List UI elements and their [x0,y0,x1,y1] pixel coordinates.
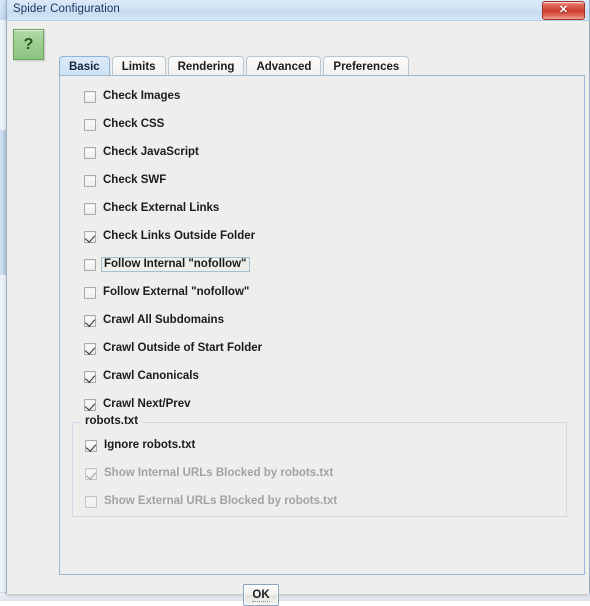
checkbox-show-internal-urls-blocked: Show Internal URLs Blocked by robots.txt [85,466,333,481]
tab-label: Rendering [177,60,235,73]
checkbox-check-css[interactable]: Check CSS [84,117,164,132]
checkbox-icon [85,495,97,508]
tab-label: Preferences [333,60,400,73]
dialog-titlebar[interactable]: Spider Configuration ✕ [7,0,589,21]
checkbox-label: Check SWF [103,174,167,186]
dialog-title: Spider Configuration [13,3,120,15]
checkbox-label: Crawl Outside of Start Folder [103,342,263,354]
checkbox-follow-external-nofollow[interactable]: Follow External "nofollow" [84,285,249,300]
ok-button[interactable]: OK [243,584,279,606]
checkbox-icon[interactable] [84,230,96,243]
close-icon: ✕ [558,4,569,16]
basic-tab-panel: Check Images Check CSS Check JavaScript … [59,75,585,575]
help-button[interactable]: ? [13,29,44,60]
robots-txt-group: robots.txt Ignore robots.txt Show Intern… [72,415,567,517]
tab-advanced[interactable]: Advanced [246,56,322,76]
checkbox-label: Check Links Outside Folder [103,230,256,242]
robots-txt-group-title: robots.txt [81,415,143,427]
checkbox-icon[interactable] [84,370,96,383]
checkbox-label: Check External Links [103,202,220,214]
checkbox-crawl-next-prev[interactable]: Crawl Next/Prev [84,397,191,412]
tab-label: Advanced [256,60,312,73]
checkbox-label: Follow Internal "nofollow" [101,257,250,272]
checkbox-icon[interactable] [84,314,96,327]
checkbox-label: Crawl All Subdomains [103,314,224,326]
checkbox-icon [85,467,97,480]
checkbox-check-links-outside-folder[interactable]: Check Links Outside Folder [84,229,255,244]
checkbox-label: Crawl Canonicals [103,370,199,382]
checkbox-icon[interactable] [84,90,96,103]
checkbox-icon[interactable] [84,398,96,411]
checkbox-crawl-outside-of-start-folder[interactable]: Crawl Outside of Start Folder [84,341,262,356]
tab-preferences[interactable]: Preferences [323,56,410,76]
checkbox-label: Check JavaScript [103,146,199,158]
checkbox-icon[interactable] [84,202,96,215]
checkbox-label: Check CSS [103,118,165,130]
tab-label: Basic [69,60,100,73]
checkbox-label: Show External URLs Blocked by robots.txt [104,495,338,507]
checkbox-check-images[interactable]: Check Images [84,89,180,104]
checkbox-check-javascript[interactable]: Check JavaScript [84,145,199,160]
checkbox-label: Show Internal URLs Blocked by robots.txt [104,467,334,479]
checkbox-crawl-canonicals[interactable]: Crawl Canonicals [84,369,199,384]
checkbox-label: Ignore robots.txt [104,439,196,451]
checkbox-icon[interactable] [84,174,96,187]
checkbox-icon[interactable] [84,286,96,299]
checkbox-ignore-robots-txt[interactable]: Ignore robots.txt [85,438,195,453]
checkbox-icon[interactable] [84,146,96,159]
checkbox-label: Check Images [103,90,181,102]
tab-label: Limits [121,60,156,73]
checkbox-follow-internal-nofollow[interactable]: Follow Internal "nofollow" [84,257,250,272]
close-button[interactable]: ✕ [542,1,585,20]
tab-rendering[interactable]: Rendering [167,56,245,76]
dialog-body: ? Basic Limits Rendering Advanced Prefer… [7,21,589,606]
checkbox-label: Follow External "nofollow" [103,286,250,298]
spider-configuration-dialog: Spider Configuration ✕ ? Basic Limits Re… [6,0,590,606]
checkbox-icon[interactable] [85,439,97,452]
checkbox-check-swf[interactable]: Check SWF [84,173,166,188]
checkbox-icon[interactable] [84,342,96,355]
checkbox-crawl-all-subdomains[interactable]: Crawl All Subdomains [84,313,224,328]
checkbox-check-external-links[interactable]: Check External Links [84,201,219,216]
tab-limits[interactable]: Limits [111,56,166,76]
checkbox-icon[interactable] [84,118,96,131]
tab-bar: Basic Limits Rendering Advanced Preferen… [59,54,411,76]
checkbox-show-external-urls-blocked: Show External URLs Blocked by robots.txt [85,494,337,509]
checkbox-icon[interactable] [84,258,96,271]
question-mark-icon: ? [23,35,34,53]
tab-basic[interactable]: Basic [59,56,110,76]
checkbox-label: Crawl Next/Prev [103,398,191,410]
